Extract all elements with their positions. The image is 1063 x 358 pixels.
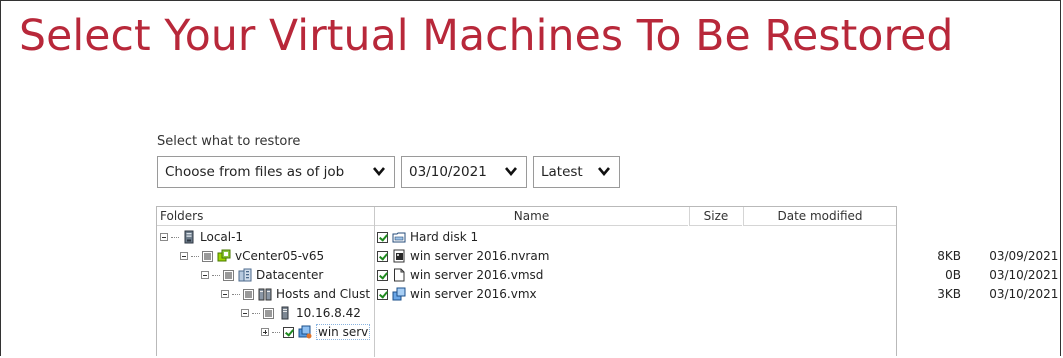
server-icon [184, 230, 194, 244]
tree-item-local[interactable]: Local-1 [160, 228, 243, 246]
file-row[interactable]: Hard disk 1 [377, 228, 897, 246]
name-column-header[interactable]: Name [375, 207, 688, 226]
file-size: 8KB [937, 249, 961, 263]
file-row[interactable]: win server 2016.vmsd 0B 03/10/2021 14:12 [377, 266, 1063, 284]
tree-item-label: vCenter05-v65 [235, 249, 325, 263]
disk-folder-icon [392, 232, 406, 243]
collapse-icon[interactable] [241, 309, 249, 317]
partial-checkbox[interactable] [263, 307, 274, 319]
date-modified-column-header[interactable]: Date modified [744, 207, 896, 226]
size-column-header[interactable]: Size [690, 207, 742, 226]
chevron-down-icon [598, 167, 610, 176]
file-name: win server 2016.vmsd [410, 268, 544, 282]
collapse-icon[interactable] [160, 233, 168, 241]
file-date: 03/10/2021 14:12 [989, 287, 1063, 301]
expand-icon[interactable] [261, 328, 269, 336]
chevron-down-icon [505, 167, 517, 176]
backup-time-dropdown[interactable]: Latest [533, 156, 620, 188]
file-date: 03/09/2021 15:29 [989, 249, 1063, 263]
page-title: Select Your Virtual Machines To Be Resto… [19, 12, 954, 61]
vmx-file-icon [392, 287, 406, 301]
checked-checkbox[interactable] [283, 326, 294, 338]
cluster-icon [258, 288, 272, 301]
tree-item-vm[interactable]: win serv [261, 323, 371, 341]
chevron-down-icon [373, 167, 385, 176]
file-row[interactable]: win server 2016.vmx 3KB 03/10/2021 14:12 [377, 285, 1063, 303]
tree-item-vcenter[interactable]: vCenter05-v65 [180, 247, 324, 265]
file-name: win server 2016.nvram [410, 249, 550, 263]
checked-checkbox[interactable] [377, 269, 388, 281]
restore-browser-panel: Folders Name Size Date modified Local-1 … [156, 206, 1063, 357]
partial-checkbox[interactable] [243, 288, 254, 300]
vcenter-icon [217, 249, 231, 262]
backup-date-dropdown[interactable]: 03/10/2021 [401, 156, 527, 188]
collapse-icon[interactable] [180, 252, 188, 260]
restore-mode-dropdown[interactable]: Choose from files as of job [157, 156, 395, 188]
checked-checkbox[interactable] [377, 231, 388, 243]
backup-time-value: Latest [541, 164, 583, 180]
file-name: win server 2016.vmx [410, 287, 537, 301]
tree-item-label: Hosts and Clust [276, 287, 371, 301]
vm-icon [298, 325, 312, 339]
file-name: Hard disk 1 [410, 230, 479, 244]
tree-item-label: Local-1 [200, 230, 244, 244]
tree-item-label: win serv [316, 324, 371, 340]
host-icon [281, 306, 289, 320]
checked-checkbox[interactable] [377, 250, 388, 262]
pane-splitter[interactable] [374, 207, 375, 357]
blank-file-icon [394, 268, 405, 282]
select-restore-label: Select what to restore [157, 134, 301, 149]
file-size: 3KB [937, 287, 961, 301]
file-row[interactable]: win server 2016.nvram 8KB 03/09/2021 15:… [377, 247, 1063, 265]
backup-date-value: 03/10/2021 [409, 164, 487, 180]
file-size: 0B [945, 268, 961, 282]
partial-checkbox[interactable] [202, 250, 213, 262]
tree-item-host[interactable]: 10.16.8.42 [241, 304, 361, 322]
collapse-icon[interactable] [201, 271, 209, 279]
tree-item-label: 10.16.8.42 [296, 306, 361, 320]
tree-item-label: Datacenter [256, 268, 324, 282]
partial-checkbox[interactable] [223, 269, 234, 281]
tree-item-hosts-clusters[interactable]: Hosts and Clust [221, 285, 370, 303]
restore-mode-value: Choose from files as of job [165, 164, 345, 180]
folders-column-header[interactable]: Folders [157, 207, 374, 226]
collapse-icon[interactable] [221, 290, 229, 298]
checked-checkbox[interactable] [377, 288, 388, 300]
tree-item-datacenter[interactable]: Datacenter [201, 266, 323, 284]
file-date: 03/10/2021 14:12 [989, 268, 1063, 282]
nvram-file-icon [393, 249, 405, 263]
datacenter-icon [238, 268, 252, 282]
